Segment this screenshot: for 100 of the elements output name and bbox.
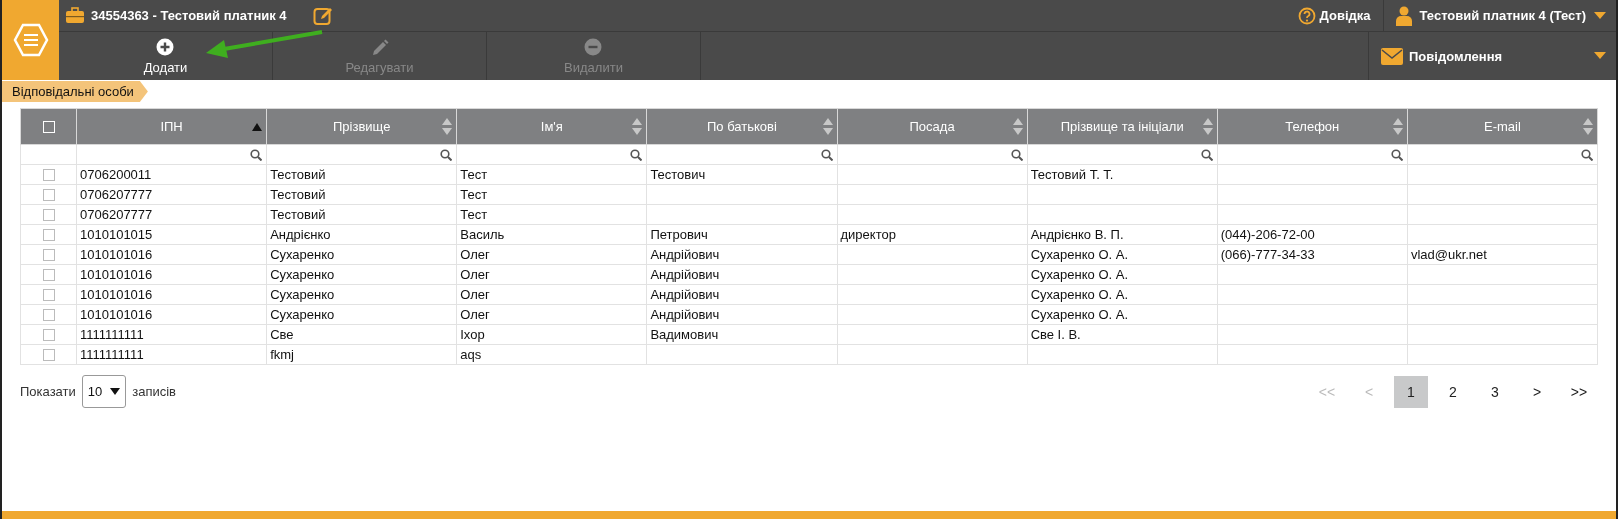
filter-field[interactable] [76,144,267,165]
table-cell: Петрович [646,224,837,245]
row-checkbox[interactable] [42,208,55,221]
row-checkbox[interactable] [42,328,55,341]
plus-icon [156,37,175,57]
search-icon [1200,148,1213,161]
show-label: Показати [20,384,76,399]
search-icon [820,148,833,161]
table-cell: Све І. В. [1027,324,1218,345]
search-icon [1010,148,1023,161]
page-link[interactable]: 2 [1436,375,1470,408]
briefcase-icon [65,7,85,24]
page-link[interactable]: >> [1562,375,1596,408]
envelope-icon [1381,47,1403,65]
table-cell: Сухаренко [266,264,457,285]
filter-field[interactable] [1027,144,1218,165]
table-cell: Іхор [456,324,647,345]
messages-label: Повідомлення [1409,48,1503,64]
filter-field[interactable] [646,144,837,165]
user-name: Тестовий платник 4 (Тест) [1419,8,1586,23]
page-size-select[interactable]: 10 [81,375,127,408]
records-label: записів [132,384,177,399]
table-cell: Тест [456,164,647,185]
edit-icon [312,5,335,26]
minus-icon [584,37,603,57]
row-checkbox[interactable] [42,288,55,301]
table-cell: Све [266,324,457,345]
table-cell: Тестовий [266,204,457,225]
row-checkbox[interactable] [42,168,55,181]
table-cell: Тестовий [266,184,457,205]
table-cell: Олег [456,264,647,285]
table-cell: 1010101016 [76,244,267,265]
table-cell: Сухаренко О. А. [1027,264,1218,285]
menu-icon [12,22,49,58]
row-checkbox[interactable] [42,268,55,281]
row-checkbox[interactable] [42,308,55,321]
table-cell: Андрійович [646,284,837,305]
caret-icon [110,388,121,395]
table-cell: Сухаренко О. А. [1027,304,1218,325]
table-cell: (066)-777-34-33 [1217,244,1408,265]
column-header[interactable]: Посада [837,108,1028,145]
help-link[interactable]: Довідка [1297,0,1383,31]
table-cell: Андрійович [646,264,837,285]
table-cell: Андрієнко [266,224,457,245]
row-checkbox[interactable] [42,348,55,361]
table-cell: Олег [456,304,647,325]
select-all-checkbox[interactable] [42,120,55,133]
column-header[interactable]: Ім'я [456,108,647,145]
menu-button[interactable] [2,0,59,80]
caret-icon [1594,52,1606,60]
table-cell: 0706207777 [76,204,267,225]
table-cell: Андрійович [646,304,837,325]
column-header[interactable]: Прізвище [266,108,457,145]
table-cell: aqs [456,344,647,365]
row-checkbox[interactable] [42,228,55,241]
table-cell: Сухаренко О. А. [1027,244,1218,265]
table-cell: 1010101016 [76,284,267,305]
messages-menu[interactable]: Повідомлення [1368,32,1616,80]
table-cell: 0706207777 [76,184,267,205]
column-header[interactable]: E-mail [1407,108,1598,145]
table-cell: Сухаренко [266,244,457,265]
help-label: Довідка [1319,8,1371,23]
pencil-icon [370,37,389,57]
filter-field[interactable] [1217,144,1408,165]
table-cell: Василь [456,224,647,245]
table-cell: Сухаренко О. А. [1027,284,1218,305]
column-header[interactable]: Прізвище та ініціали [1027,108,1218,145]
table-cell: Сухаренко [266,284,457,305]
table-cell: Андрійович [646,244,837,265]
user-menu[interactable]: Тестовий платник 4 (Тест) [1382,0,1616,31]
row-checkbox[interactable] [42,188,55,201]
table-cell: Тестович [646,164,837,185]
table-cell: Тестовий Т. Т. [1027,164,1218,185]
column-header[interactable]: Телефон [1217,108,1408,145]
column-header[interactable]: ІПН [76,108,267,145]
page-link[interactable]: > [1520,375,1554,408]
user-icon [1395,5,1412,26]
search-icon [250,148,263,161]
table-cell: Андрієнко В. П. [1027,224,1218,245]
table-cell: 1010101016 [76,264,267,285]
table-cell: 1010101015 [76,224,267,245]
search-icon [440,148,453,161]
row-checkbox[interactable] [42,248,55,261]
table-cell: Вадимович [646,324,837,345]
column-header[interactable]: По батькові [646,108,837,145]
search-icon [1390,148,1403,161]
filter-field[interactable] [456,144,647,165]
breadcrumb: Відповідальні особи [2,81,148,102]
filter-field[interactable] [266,144,457,165]
taxpayer-title: 34554363 - Тестовий платник 4 [91,8,287,23]
filter-field[interactable] [1407,144,1598,165]
table-cell: vlad@ukr.net [1407,244,1598,265]
table-cell: Олег [456,284,647,305]
filter-field[interactable] [837,144,1028,165]
table-cell: Олег [456,244,647,265]
page-link[interactable]: 3 [1478,375,1512,408]
table-cell: Тест [456,204,647,225]
page-link[interactable]: 1 [1394,375,1428,408]
table-cell: (044)-206-72-00 [1217,224,1408,245]
table-cell: директор [837,224,1028,245]
